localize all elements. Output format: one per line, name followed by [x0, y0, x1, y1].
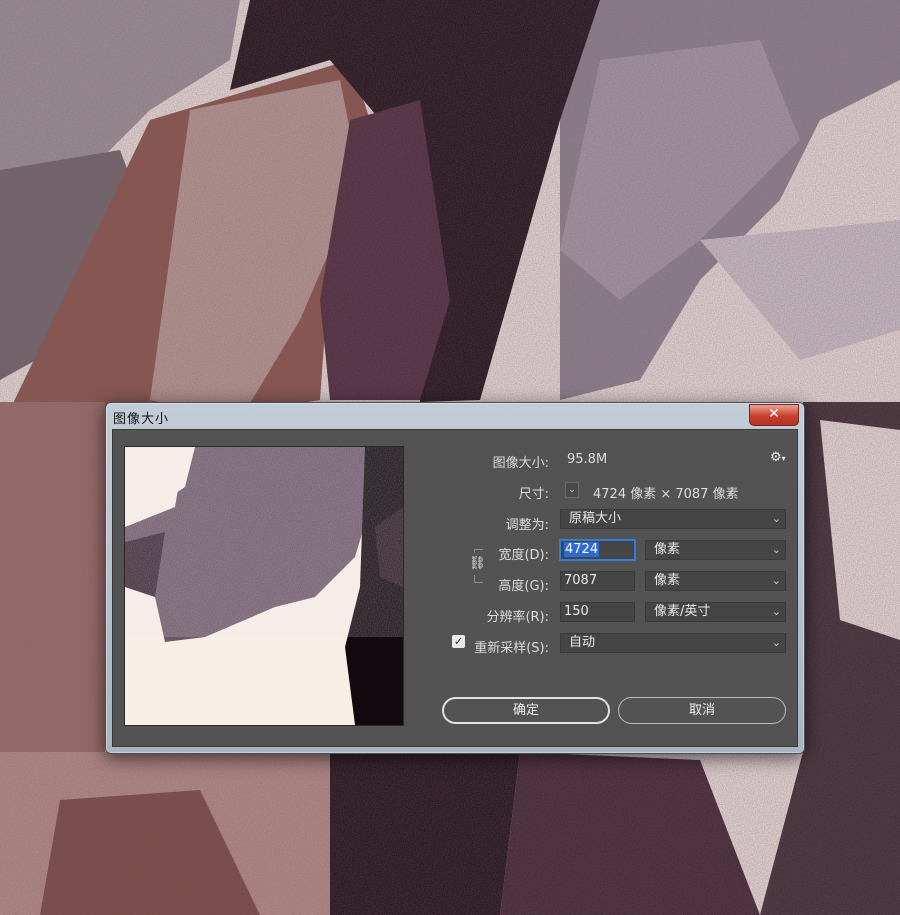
resolution-input[interactable]: 150	[560, 602, 635, 622]
width-label: 宽度(D):	[498, 548, 549, 563]
fit-to-label: 调整为:	[505, 518, 549, 533]
fit-to-dropdown[interactable]: 原稿大小 ⌄	[560, 509, 786, 529]
resolution-label: 分辨率(R):	[486, 610, 549, 625]
image-size-value: 95.8M	[567, 452, 608, 467]
chevron-down-icon: ⌄	[771, 605, 781, 618]
chevron-down-icon: ⌄	[568, 485, 576, 495]
dialog-title: 图像大小	[113, 412, 170, 427]
resolution-value: 150	[564, 604, 589, 619]
cancel-button[interactable]: 取消	[618, 697, 786, 724]
chevron-down-icon: ⌄	[771, 512, 781, 525]
height-unit-value: 像素	[654, 573, 681, 588]
close-icon: ✕	[768, 406, 780, 422]
dimensions-label: 尺寸:	[518, 487, 549, 502]
chevron-down-icon: ⌄	[771, 636, 781, 649]
preview-image	[125, 447, 403, 725]
chevron-down-icon: ⌄	[771, 543, 781, 556]
checkmark-icon: ✓	[453, 635, 464, 648]
resample-dropdown[interactable]: 自动 ⌄	[560, 633, 786, 653]
width-unit-dropdown[interactable]: 像素 ⌄	[645, 540, 786, 560]
width-unit-value: 像素	[654, 542, 681, 557]
dimensions-unit-dropdown[interactable]: ⌄	[565, 482, 579, 498]
height-unit-dropdown[interactable]: 像素 ⌄	[645, 571, 786, 591]
chevron-down-icon: ⌄	[771, 574, 781, 587]
height-label: 高度(G):	[498, 579, 549, 594]
image-preview[interactable]	[124, 446, 404, 726]
fit-to-value: 原稿大小	[569, 511, 622, 526]
close-button[interactable]: ✕	[749, 404, 799, 426]
height-input[interactable]: 7087	[560, 571, 635, 591]
link-chain-icon[interactable]: ⛓	[469, 553, 486, 575]
dialog-body: 图像大小: 95.8M ⚙▾ 尺寸: ⌄ 4724 像素 × 7087 像素 调…	[112, 429, 798, 747]
width-input[interactable]: 4724	[560, 540, 635, 560]
ok-button[interactable]: 确定	[442, 697, 610, 724]
resolution-unit-value: 像素/英寸	[654, 604, 711, 619]
gear-icon[interactable]: ⚙▾	[770, 450, 786, 465]
resample-value: 自动	[569, 635, 596, 650]
resolution-unit-dropdown[interactable]: 像素/英寸 ⌄	[645, 602, 786, 622]
resample-checkbox[interactable]: ✓	[452, 635, 465, 648]
image-size-label: 图像大小:	[492, 456, 549, 471]
image-size-dialog: 图像大小 ✕ 图像大小: 95.8M ⚙▾ 尺寸: ⌄ 4724 像素 × 70…	[105, 402, 805, 754]
height-value: 7087	[564, 573, 598, 588]
resample-label: 重新采样(S):	[474, 641, 549, 656]
width-value: 4724	[564, 542, 600, 557]
dialog-titlebar[interactable]: 图像大小 ✕	[106, 403, 804, 429]
dimensions-value: 4724 像素 × 7087 像素	[593, 487, 739, 502]
